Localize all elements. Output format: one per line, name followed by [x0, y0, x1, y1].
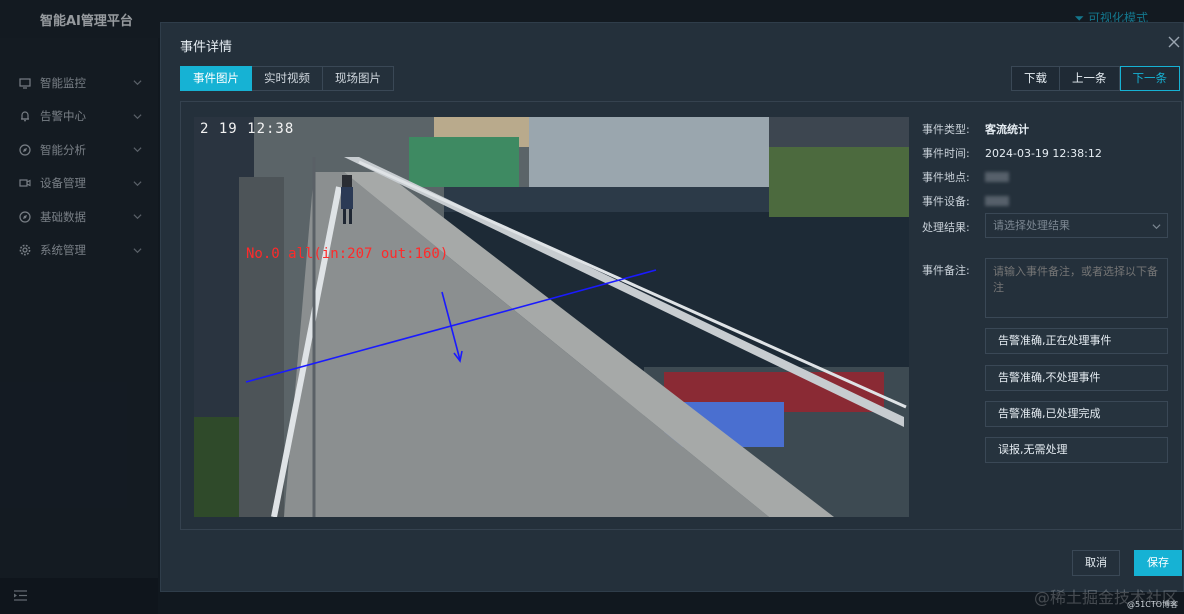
- event-details: 事件类型: 客流统计 事件时间: 2024-03-19 12:38:12 事件地…: [922, 117, 1172, 463]
- location-label: 事件地点:: [922, 171, 970, 184]
- bridge-scene-image: [194, 117, 909, 517]
- result-select[interactable]: 请选择处理结果: [985, 213, 1168, 238]
- time-label: 事件时间:: [922, 147, 970, 160]
- tab-live-video[interactable]: 实时视频: [252, 66, 323, 91]
- detail-row-type: 事件类型: 客流统计: [922, 117, 1172, 141]
- prev-button[interactable]: 上一条: [1060, 66, 1120, 91]
- cto-watermark: @51CTO博客: [1127, 600, 1178, 609]
- device-value-redacted: [985, 196, 1009, 206]
- photo-timestamp: 2 19 12:38: [200, 121, 295, 137]
- app-root: 智能AI管理平台 ⏷ 可视化模式 智能监控 告警中心 智能分析 设备管理 基础数…: [0, 0, 1184, 614]
- detail-content: 2 19 12:38 No.0 all(in:207 out:160) 事件类型…: [180, 101, 1182, 530]
- quick-remark-no-action[interactable]: 告警准确,不处理事件: [985, 365, 1168, 391]
- quick-remark-false-alarm[interactable]: 误报,无需处理: [985, 437, 1168, 463]
- remark-textarea[interactable]: [985, 258, 1168, 318]
- detail-row-location: 事件地点:: [922, 165, 1172, 189]
- media-tabs: 事件图片 实时视频 现场图片: [180, 66, 394, 91]
- result-select-placeholder: 请选择处理结果: [993, 219, 1070, 232]
- cancel-button[interactable]: 取消: [1072, 550, 1120, 576]
- chevron-down-icon: [1152, 224, 1161, 230]
- tab-event-image[interactable]: 事件图片: [180, 66, 252, 91]
- remark-label: 事件备注:: [922, 264, 970, 277]
- quick-remark-processing[interactable]: 告警准确,正在处理事件: [985, 328, 1168, 354]
- detail-row-time: 事件时间: 2024-03-19 12:38:12: [922, 141, 1172, 165]
- tab-scene-image[interactable]: 现场图片: [323, 66, 394, 91]
- passenger-count-overlay: No.0 all(in:207 out:160): [246, 246, 449, 262]
- detail-row-device: 事件设备:: [922, 189, 1172, 213]
- type-value: 客流统计: [985, 123, 1029, 136]
- dialog-title: 事件详情: [180, 40, 233, 55]
- type-label: 事件类型:: [922, 123, 970, 136]
- record-nav: 下载 上一条 下一条: [1011, 66, 1180, 91]
- detail-row-result: 处理结果:: [922, 215, 985, 239]
- time-value: 2024-03-19 12:38:12: [985, 146, 1102, 160]
- quick-remark-completed[interactable]: 告警准确,已处理完成: [985, 401, 1168, 427]
- device-label: 事件设备:: [922, 195, 970, 208]
- result-label: 处理结果:: [922, 221, 970, 234]
- location-value-redacted: [985, 172, 1009, 182]
- close-icon[interactable]: [1167, 35, 1181, 49]
- save-button[interactable]: 保存: [1134, 550, 1182, 576]
- next-button[interactable]: 下一条: [1119, 66, 1180, 91]
- download-button[interactable]: 下载: [1011, 66, 1060, 91]
- event-detail-dialog: 事件详情 事件图片 实时视频 现场图片 下载 上一条 下一条 2 19 12:3…: [160, 22, 1184, 592]
- event-photo: 2 19 12:38 No.0 all(in:207 out:160): [194, 117, 909, 517]
